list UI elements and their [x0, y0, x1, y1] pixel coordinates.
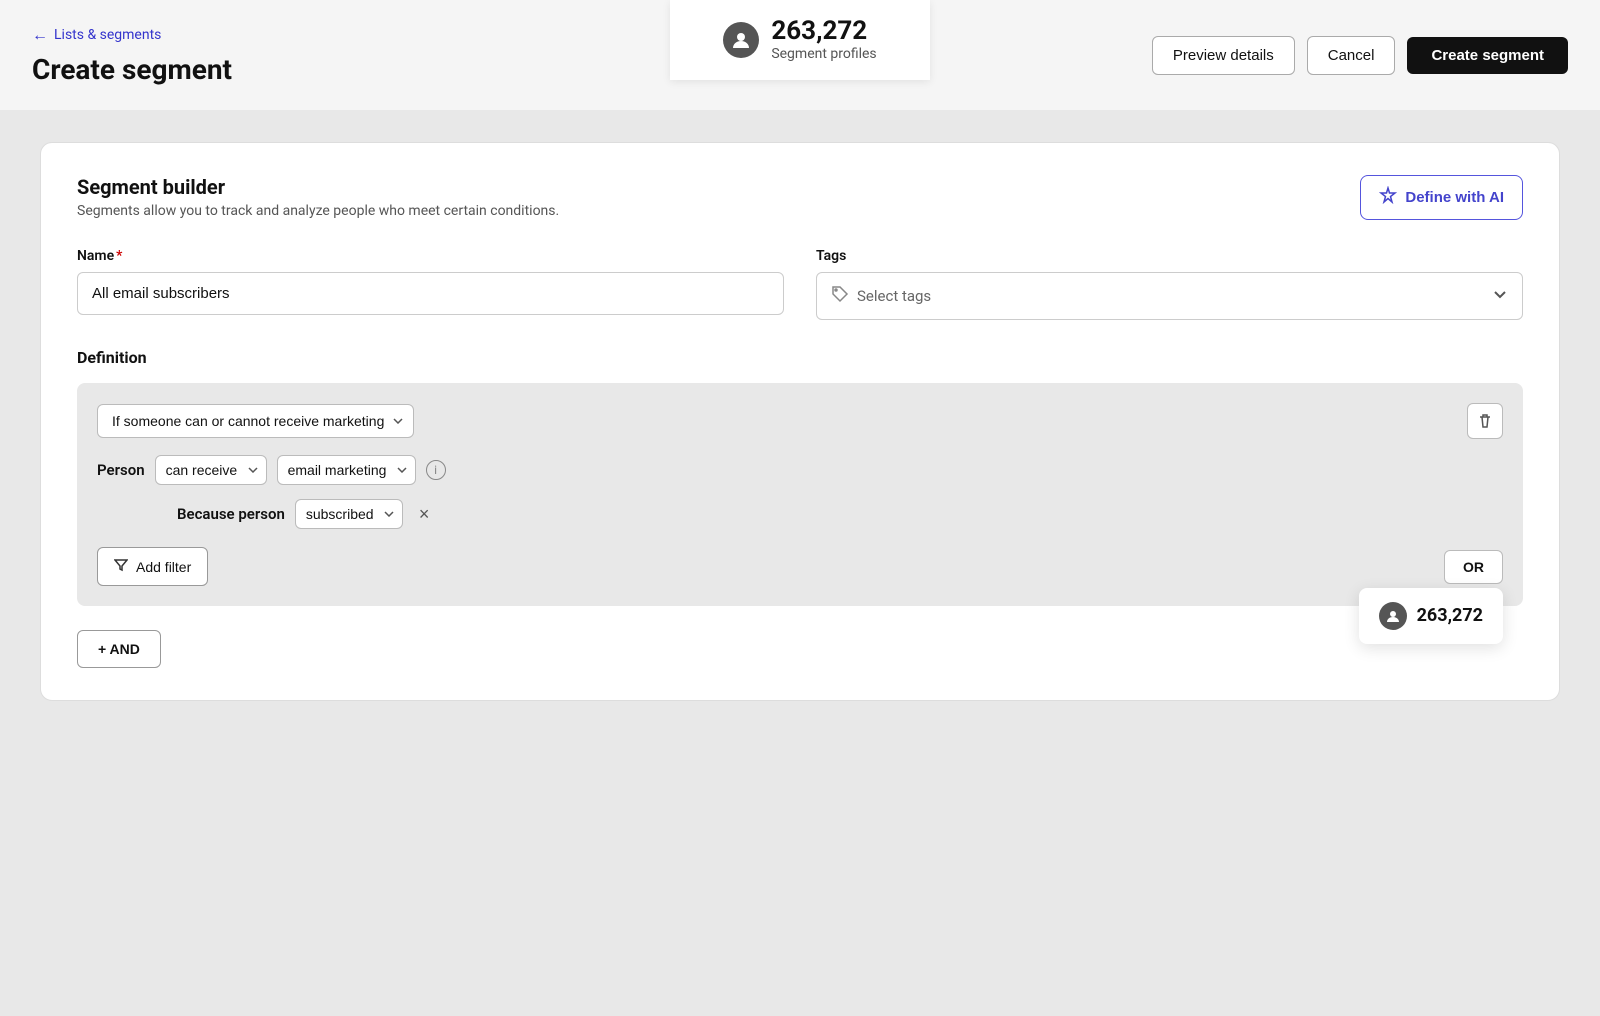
- top-bar-actions: Preview details Cancel Create segment: [1152, 36, 1568, 75]
- because-row: Because person subscribed ×: [97, 499, 1503, 529]
- create-segment-button[interactable]: Create segment: [1407, 37, 1568, 74]
- tags-dropdown[interactable]: Select tags: [816, 272, 1523, 320]
- or-area: OR 263,272: [1444, 550, 1503, 584]
- back-link[interactable]: ← Lists & segments: [32, 25, 232, 45]
- segment-label: Segment profiles: [771, 46, 876, 62]
- page-title: Create segment: [32, 53, 232, 86]
- name-label: Name*: [77, 248, 784, 264]
- top-bar-left: ← Lists & segments Create segment: [32, 25, 232, 86]
- condition-select[interactable]: If someone can or cannot receive marketi…: [97, 404, 414, 438]
- tags-placeholder: Select tags: [857, 287, 931, 305]
- card-header: Segment builder Segments allow you to tr…: [77, 175, 1523, 220]
- definition-section: Definition If someone can or cannot rece…: [77, 348, 1523, 668]
- define-ai-label: Define with AI: [1405, 189, 1504, 206]
- person-row: Person can receive email marketing i: [97, 455, 1503, 485]
- definition-title: Definition: [77, 348, 1523, 367]
- header-stats-panel: 263,272 Segment profiles: [670, 0, 930, 80]
- filter-top-row: If someone can or cannot receive marketi…: [97, 403, 1503, 439]
- chevron-down-icon: [1492, 286, 1508, 306]
- filter-bottom: Add filter OR 263,272: [97, 547, 1503, 586]
- ai-sparkle-icon: [1379, 186, 1397, 209]
- and-button[interactable]: + AND: [77, 630, 161, 668]
- or-button[interactable]: OR: [1444, 550, 1503, 584]
- back-arrow-icon: ←: [32, 25, 48, 45]
- because-label: Because person: [177, 505, 285, 523]
- preview-button[interactable]: Preview details: [1152, 36, 1295, 75]
- add-filter-button[interactable]: Add filter: [97, 547, 208, 586]
- card-title: Segment builder: [77, 175, 559, 199]
- card-subtitle: Segments allow you to track and analyze …: [77, 203, 559, 219]
- name-field-group: Name*: [77, 248, 784, 320]
- filter-funnel-icon: [114, 558, 128, 575]
- popup-profile-icon: [1379, 602, 1407, 630]
- segment-builder-card: Segment builder Segments allow you to tr…: [40, 142, 1560, 701]
- popup-count: 263,272: [1417, 605, 1483, 626]
- tags-label: Tags: [816, 248, 1523, 264]
- tag-icon: [831, 285, 849, 307]
- tags-field-group: Tags Select tags: [816, 248, 1523, 320]
- define-with-ai-button[interactable]: Define with AI: [1360, 175, 1523, 220]
- or-count-popup: 263,272: [1359, 588, 1503, 644]
- main-content: Segment builder Segments allow you to tr…: [0, 110, 1600, 733]
- back-link-label: Lists & segments: [54, 27, 161, 43]
- tags-dropdown-inner: Select tags: [831, 285, 931, 307]
- filter-box: If someone can or cannot receive marketi…: [77, 383, 1523, 606]
- top-bar: ← Lists & segments Create segment 263,27…: [0, 0, 1600, 110]
- email-marketing-select[interactable]: email marketing: [277, 455, 416, 485]
- profile-icon: [723, 22, 759, 58]
- segment-count: 263,272: [771, 18, 876, 44]
- subscribed-select[interactable]: subscribed: [295, 499, 403, 529]
- can-receive-select[interactable]: can receive: [155, 455, 267, 485]
- cancel-button[interactable]: Cancel: [1307, 36, 1396, 75]
- info-icon[interactable]: i: [426, 460, 446, 480]
- card-header-left: Segment builder Segments allow you to tr…: [77, 175, 559, 219]
- delete-filter-button[interactable]: [1467, 403, 1503, 439]
- person-label: Person: [97, 461, 145, 479]
- name-input[interactable]: [77, 272, 784, 315]
- form-row: Name* Tags Select tags: [77, 248, 1523, 320]
- required-star: *: [116, 248, 122, 264]
- add-filter-label: Add filter: [136, 559, 191, 575]
- remove-because-button[interactable]: ×: [413, 502, 436, 527]
- stats-text: 263,272 Segment profiles: [771, 18, 876, 62]
